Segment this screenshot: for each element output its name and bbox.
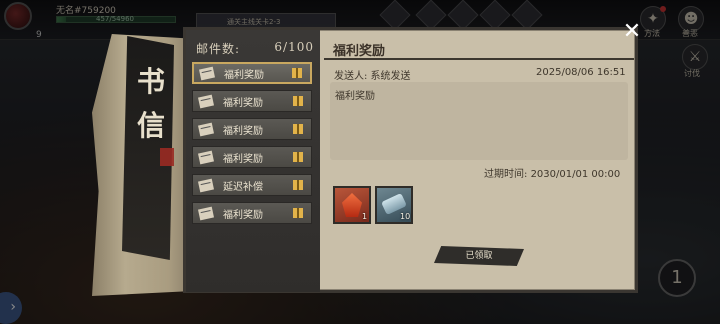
- envelope-icon: [198, 206, 214, 220]
- gift-icon: [292, 68, 302, 78]
- mail-sender: 发送人: 系统发送: [334, 71, 411, 82]
- expiry-value: 2030/01/01 00:00: [530, 169, 621, 180]
- mail-item[interactable]: 延迟补偿: [192, 174, 312, 196]
- mail-detail-title: 福利奖励: [333, 44, 386, 59]
- gift-icon: [293, 180, 303, 190]
- gift-icon: [293, 124, 303, 134]
- expiry-label: 过期时间:: [484, 169, 528, 180]
- mail-title-char-1: 书: [136, 65, 165, 98]
- envelope-icon: [199, 66, 215, 80]
- gift-icon: [293, 208, 303, 218]
- mail-item-label: 福利奖励: [223, 97, 263, 109]
- envelope-icon: [198, 94, 214, 108]
- envelope-icon: [198, 178, 214, 192]
- envelope-icon: [198, 122, 214, 136]
- mail-item[interactable]: 福利奖励: [192, 90, 312, 112]
- mail-count: 邮件数: 6/100: [196, 40, 314, 57]
- mail-item-label: 福利奖励: [223, 125, 263, 137]
- mail-item[interactable]: 福利奖励: [192, 62, 312, 84]
- mail-item[interactable]: 福利奖励: [192, 202, 312, 224]
- mail-count-label: 邮件数:: [196, 42, 241, 56]
- mail-expiry: 过期时间: 2030/01/01 00:00: [484, 165, 620, 180]
- reward-qty: 1: [362, 212, 368, 221]
- mail-item-label: 延迟补偿: [223, 181, 263, 193]
- mail-item[interactable]: 福利奖励: [192, 118, 312, 140]
- mail-title-char-2: 信: [136, 109, 165, 142]
- mail-item-label: 福利奖励: [223, 209, 263, 221]
- detail-divider: [324, 58, 634, 60]
- mail-item-label: 福利奖励: [224, 69, 264, 81]
- claimed-button[interactable]: 已领取: [434, 246, 524, 266]
- gift-icon: [293, 152, 303, 162]
- close-icon[interactable]: ✕: [621, 21, 643, 43]
- reward-qty: 10: [400, 212, 411, 221]
- mail-count-value: 6/100: [274, 40, 314, 54]
- gift-icon: [293, 96, 303, 106]
- mail-send-date: 2025/08/06 16:51: [536, 67, 626, 78]
- mail-item[interactable]: 福利奖励: [192, 146, 312, 168]
- mail-item-label: 福利奖励: [223, 153, 263, 165]
- envelope-icon: [198, 150, 214, 164]
- red-seal-stamp: [160, 148, 174, 166]
- mail-body-text: 福利奖励: [335, 91, 375, 102]
- mail-title-banner: 书 信: [136, 60, 166, 148]
